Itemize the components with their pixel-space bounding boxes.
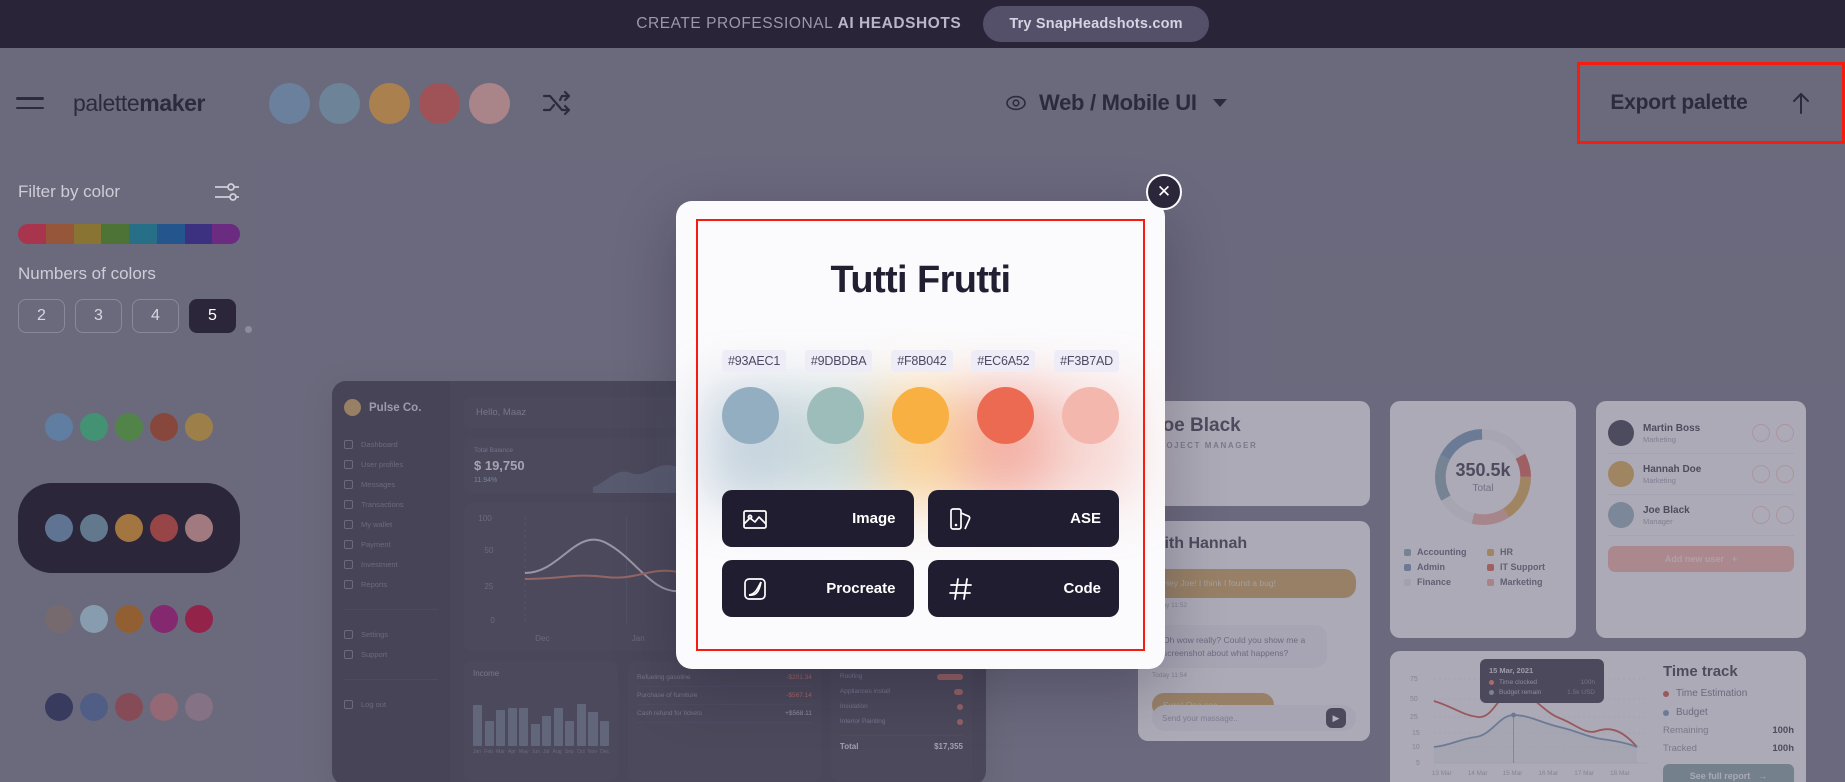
hamburger-icon[interactable] (16, 86, 50, 120)
palette-swatch[interactable] (1062, 387, 1119, 444)
palette-dot (115, 693, 143, 721)
color-range-slider[interactable] (18, 224, 240, 244)
arrow-up-icon (1792, 93, 1809, 114)
brand-light: palette (73, 89, 140, 116)
swatch-row (722, 387, 1119, 444)
promo-banner: CREATE PROFESSIONAL AI HEADSHOTS Try Sna… (0, 0, 1845, 48)
color-count-2-button[interactable]: 2 (18, 299, 65, 333)
rainbow-seg (184, 224, 213, 244)
header-swatch[interactable] (319, 82, 361, 124)
hex-chip[interactable]: #F8B042 (891, 350, 953, 372)
procreate-icon (744, 577, 766, 600)
filter-by-color-label: Filter by color (18, 182, 121, 201)
rainbow-seg (156, 224, 185, 244)
palette-dot (115, 413, 143, 441)
viewmode-selector[interactable]: Web / Mobile UI (1005, 90, 1227, 116)
palette-title: Tutti Frutti (830, 259, 1012, 301)
palette-dot (115, 514, 143, 542)
header-swatch[interactable] (269, 82, 311, 124)
export-palette-modal: ✕ Tutti Frutti #93AEC1 #9DBDBA #F8B042 #… (676, 174, 1182, 669)
app-header: palettemaker Web / Mobile UI Export pale… (0, 48, 1845, 158)
export-image-button[interactable]: Image (722, 490, 914, 547)
palette-dot (115, 605, 143, 633)
brand-bold: maker (139, 89, 206, 116)
palette-dot (150, 605, 178, 633)
left-sidebar: Filter by color Numbers of colors 2 3 4 … (0, 158, 258, 782)
shuffle-icon[interactable] (541, 89, 573, 117)
hex-chip[interactable]: #EC6A52 (971, 350, 1036, 372)
export-image-label: Image (852, 510, 896, 527)
hex-chip[interactable]: #F3B7AD (1054, 350, 1119, 372)
rainbow-seg (129, 224, 157, 244)
palette-list-item[interactable] (18, 587, 240, 651)
palette-swatch[interactable] (807, 387, 864, 444)
export-ase-button[interactable]: ASE (927, 490, 1119, 547)
palette-dot (150, 693, 178, 721)
hex-chip[interactable]: #9DBDBA (804, 350, 873, 372)
header-swatch[interactable] (469, 82, 511, 124)
palette-list (18, 395, 240, 739)
rainbow-seg (45, 224, 74, 244)
palette-dot (45, 693, 73, 721)
brand-logo[interactable]: palettemaker (73, 90, 205, 117)
hash-icon (948, 577, 972, 600)
hex-code-row: #93AEC1 #9DBDBA #F8B042 #EC6A52 #F3B7AD (722, 350, 1119, 372)
export-procreate-label: Procreate (826, 580, 896, 597)
hex-chip[interactable]: #93AEC1 (722, 350, 787, 372)
palette-swatch[interactable] (977, 387, 1034, 444)
eye-icon (1006, 95, 1026, 111)
header-swatch[interactable] (419, 82, 461, 124)
image-icon (743, 509, 767, 529)
palette-list-item-selected[interactable] (18, 483, 240, 573)
palette-dot (80, 693, 108, 721)
export-palette-button[interactable]: Export palette (1577, 62, 1845, 144)
numbers-of-colors-label: Numbers of colors (18, 264, 156, 283)
swatch-icon (949, 507, 970, 530)
export-format-grid: Image ASE Procreate Code (722, 490, 1119, 617)
palette-swatch[interactable] (722, 387, 779, 444)
palette-dot (185, 605, 213, 633)
viewmode-label: Web / Mobile UI (1039, 90, 1197, 115)
chevron-down-icon[interactable] (1212, 99, 1227, 107)
scrollbar-thumb[interactable] (245, 326, 252, 333)
numbers-of-colors-group: 2 3 4 5 (18, 299, 240, 333)
rainbow-seg (73, 224, 102, 244)
palette-dot (185, 413, 213, 441)
promo-cta-button[interactable]: Try SnapHeadshots.com (983, 6, 1209, 42)
palette-list-item[interactable] (18, 675, 240, 739)
rainbow-seg (212, 224, 240, 244)
palette-dot (45, 514, 73, 542)
color-count-4-button[interactable]: 4 (132, 299, 179, 333)
color-count-5-button[interactable]: 5 (189, 299, 236, 333)
palette-dot (80, 413, 108, 441)
app-root: CREATE PROFESSIONAL AI HEADSHOTS Try Sna… (0, 0, 1845, 782)
palette-list-item[interactable] (18, 395, 240, 459)
palette-swatch[interactable] (892, 387, 949, 444)
export-ase-label: ASE (1070, 510, 1101, 527)
promo-text-bold: AI HEADSHOTS (837, 15, 962, 32)
export-procreate-button[interactable]: Procreate (722, 560, 914, 617)
export-palette-label: Export palette (1610, 91, 1748, 114)
palette-dot (45, 413, 73, 441)
rainbow-seg (101, 224, 129, 244)
color-count-3-button[interactable]: 3 (75, 299, 122, 333)
palette-dot (45, 605, 73, 633)
palette-dot (80, 514, 108, 542)
palette-dot (150, 413, 178, 441)
rainbow-seg (18, 224, 46, 244)
palette-dot (185, 514, 213, 542)
close-icon[interactable]: ✕ (1146, 174, 1182, 210)
export-code-button[interactable]: Code (927, 560, 1119, 617)
palette-dot (150, 514, 178, 542)
palette-dot (80, 605, 108, 633)
promo-text-plain: CREATE PROFESSIONAL (636, 15, 838, 32)
export-code-label: Code (1063, 580, 1102, 597)
sliders-icon[interactable] (214, 180, 240, 204)
palette-dot (185, 693, 213, 721)
filter-by-color-row: Filter by color (18, 180, 240, 204)
header-swatch-strip[interactable] (269, 82, 573, 124)
promo-text: CREATE PROFESSIONAL AI HEADSHOTS (636, 15, 961, 33)
header-swatch[interactable] (369, 82, 411, 124)
